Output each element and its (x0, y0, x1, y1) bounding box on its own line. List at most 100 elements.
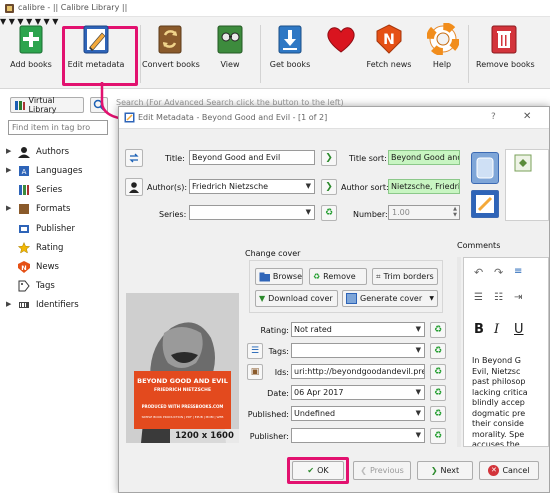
generate-cover-button[interactable]: Generate cover ▼ (342, 290, 438, 307)
chevron-down-icon[interactable]: ▼ (415, 388, 421, 396)
view-button[interactable]: View (212, 23, 248, 69)
svg-text:N: N (383, 32, 395, 48)
ids-label: Ids: (274, 368, 289, 377)
chevron-down-icon[interactable]: ▼ (415, 346, 421, 354)
series-number-input[interactable]: 1.00 ▲ ▼ (388, 205, 460, 220)
undo-icon[interactable]: ↶ (474, 266, 483, 279)
clear-series-button[interactable]: ♻ (321, 205, 337, 221)
numbered-list-icon[interactable]: ☷ (494, 292, 503, 303)
dialog-close-button[interactable]: ✕ (523, 111, 531, 122)
remove-cover-button[interactable]: ♻ Remove (309, 268, 367, 285)
ok-button[interactable]: ✔ OK (292, 461, 344, 480)
spin-arrows-icon[interactable]: ▲ ▼ (453, 206, 457, 218)
redo-icon[interactable]: ↷ (494, 266, 503, 279)
help-button[interactable]: Help (424, 22, 460, 69)
chevron-down-icon[interactable]: ▼ (415, 409, 421, 417)
next-button[interactable]: ❯ Next (417, 461, 473, 480)
virtual-library-button[interactable]: Virtual Library (10, 96, 84, 114)
authors-input[interactable]: Friedrich Nietzsche ▼ (189, 179, 315, 194)
swap-title-author-button[interactable] (125, 149, 143, 167)
convert-books-button[interactable]: Convert books (142, 23, 200, 69)
cancel-icon: ✕ (488, 465, 500, 476)
expand-arrow-icon[interactable]: ▶ (6, 166, 11, 174)
tag-browser-item-authors[interactable]: Authors (18, 144, 69, 160)
remove-books-button[interactable]: Remove books (476, 23, 535, 69)
chevron-down-icon[interactable]: ▼ (415, 431, 421, 439)
authors-label: Author(s): (147, 183, 188, 192)
manage-tags-button[interactable]: ☰ (247, 343, 263, 359)
title-sort-input[interactable]: Beyond Good and E (388, 150, 460, 165)
tag-browser-item-label: Rating (36, 243, 64, 253)
trim-borders-button[interactable]: ⌗ Trim borders (372, 268, 438, 285)
comments-editor[interactable]: ↶ ↷ ≡ ☰ ☷ ⇥ B I U In Beyond G Evil, Nietz… (463, 257, 549, 447)
dialog-help-button[interactable]: ? (491, 112, 496, 122)
tags-input[interactable]: ▼ (291, 343, 425, 358)
cover-title-panel: BEYOND GOOD AND EVIL FRIEDRICH NIETZSCHE… (134, 371, 231, 429)
chevron-down-icon[interactable]: ▼ (429, 295, 434, 302)
series-category-icon (18, 184, 32, 196)
browse-cover-button[interactable]: Browse (255, 268, 303, 285)
trim-icon: ⌗ (376, 271, 381, 281)
manage-authors-button[interactable] (125, 178, 143, 196)
clear-tags-button[interactable]: ♻ (430, 343, 446, 359)
get-books-button[interactable]: Get books (268, 23, 312, 69)
expand-arrow-icon[interactable]: ▶ (6, 204, 11, 212)
tag-browser-item-label: Formats (36, 204, 71, 214)
published-input[interactable]: Undefined ▼ (291, 406, 425, 421)
clear-ids-button[interactable]: ♻ (430, 364, 446, 380)
date-input[interactable]: 06 Apr 2017 ▼ (291, 385, 425, 400)
expand-arrow-icon[interactable]: ▶ (6, 300, 11, 308)
publisher-input[interactable]: ▼ (291, 428, 425, 443)
add-books-button[interactable]: Add books (8, 23, 54, 69)
cover-placeholder-icon[interactable] (471, 152, 499, 184)
expand-arrow-icon[interactable]: ▶ (6, 147, 11, 155)
donate-button[interactable] (322, 23, 358, 60)
dialog-titlebar: Edit Metadata - Beyond Good and Evil - [… (119, 107, 549, 129)
copy-author-sort-button[interactable]: ❯ (321, 179, 337, 195)
tag-browser-pane: Virtual Library Find item in tag bro ▶ Au… (0, 90, 120, 493)
cancel-button[interactable]: ✕ Cancel (479, 461, 539, 480)
publisher-label: Publisher: (249, 432, 289, 441)
fetch-news-button[interactable]: N Fetch news (364, 23, 414, 69)
clear-rating-button[interactable]: ♻ (430, 322, 446, 338)
italic-icon[interactable]: I (494, 322, 499, 337)
edit-format-icon[interactable] (471, 190, 499, 218)
languages-category-icon: A (18, 165, 32, 177)
previous-button[interactable]: ❮ Previous (353, 461, 411, 480)
bullet-list-icon[interactable]: ☰ (474, 292, 483, 303)
splitter-handle[interactable] (457, 257, 461, 447)
rating-input[interactable]: Not rated ▼ (291, 322, 425, 337)
edit-identifiers-button[interactable]: ▣ (247, 364, 263, 380)
tag-browser-item-label: Languages (36, 166, 83, 176)
tag-browser-item-tags[interactable]: Tags (18, 278, 55, 294)
formats-list[interactable] (505, 149, 549, 221)
series-input[interactable]: ▼ (189, 205, 315, 220)
chevron-down-icon[interactable]: ▼ (415, 325, 421, 333)
add-books-dropdown-icon[interactable]: ▼ (0, 17, 6, 26)
tag-browser-item-formats[interactable]: Formats (18, 201, 70, 217)
bold-icon[interactable]: B (474, 322, 484, 337)
tag-browser-item-publisher[interactable]: Publisher (18, 221, 75, 237)
indent-icon[interactable]: ⇥ (514, 292, 522, 303)
chevron-down-icon[interactable]: ▼ (306, 182, 311, 190)
download-cover-button[interactable]: ▼ Download cover (255, 290, 338, 307)
title-input[interactable]: Beyond Good and Evil (189, 150, 315, 165)
list-icon: ☰ (250, 346, 260, 356)
tag-browser-item-news[interactable]: N News (18, 259, 59, 275)
clear-published-button[interactable]: ♻ (430, 406, 446, 422)
align-icon[interactable]: ≡ (514, 266, 522, 277)
clear-publisher-button[interactable]: ♻ (430, 428, 446, 444)
tag-browser-item-identifiers[interactable]: Identifiers (18, 297, 79, 313)
tag-browser-item-series[interactable]: Series (18, 182, 62, 198)
author-sort-input[interactable]: Nietzsche, Friedri (388, 179, 460, 194)
underline-icon[interactable]: U (514, 322, 524, 337)
recycle-icon: ♻ (433, 388, 443, 398)
clear-date-button[interactable]: ♻ (430, 385, 446, 401)
tag-browser-item-rating[interactable]: Rating (17, 240, 64, 256)
edit-metadata-button[interactable]: Edit metadata (66, 23, 126, 69)
copy-title-sort-button[interactable]: ❯ (321, 150, 337, 166)
ids-input[interactable]: uri:http://beyondgoodandevil.pressb (291, 364, 425, 379)
trash-icon (489, 23, 519, 55)
tag-browser-item-languages[interactable]: A Languages (18, 163, 82, 179)
chevron-down-icon[interactable]: ▼ (306, 208, 311, 216)
